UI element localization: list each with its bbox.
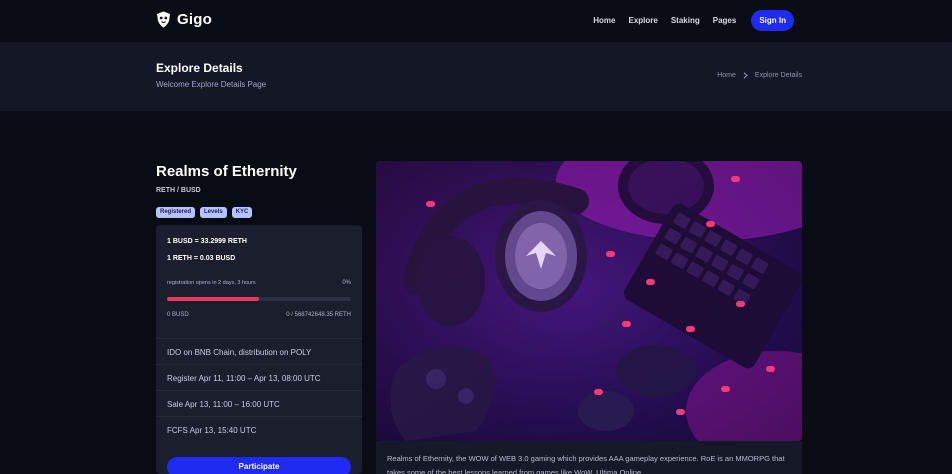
registration-note: registration opens in 2 days, 3 hours: [167, 280, 256, 286]
info-sale-text: Sale Apr 13, 11:00 – 16:00 UTC: [167, 400, 280, 409]
project-description: Realms of Ethernity, the WOW of WEB 3.0 …: [387, 454, 785, 474]
tag-registered: Registered: [156, 207, 196, 218]
brand-logo[interactable]: Gigo: [156, 11, 212, 28]
gaming-setup-illustration: [376, 161, 802, 441]
info-row-chain: IDO on BNB Chain, distribution on POLY: [156, 338, 362, 364]
project-title: Realms of Ethernity: [156, 163, 297, 180]
info-row-sale: Sale Apr 13, 11:00 – 16:00 UTC: [156, 390, 362, 416]
rate-reth-busd: 1 RETH = 0.03 BUSD: [167, 255, 236, 262]
sale-progress-fill: [167, 297, 259, 301]
sale-progress-bar: [167, 297, 351, 301]
info-register-text: Register Apr 11, 11:00 – Apr 13, 08:00 U…: [167, 374, 321, 383]
page-banner: Explore Details Welcome Explore Details …: [0, 42, 952, 111]
registration-percent: 0%: [342, 280, 351, 286]
main-nav: Home Explore Staking Pages Sign In: [593, 10, 794, 31]
participate-button[interactable]: Participate: [167, 457, 351, 474]
nav-home[interactable]: Home: [593, 10, 615, 31]
breadcrumb-home[interactable]: Home: [717, 72, 736, 79]
project-hero-image: [376, 161, 802, 441]
rate-busd-reth: 1 BUSD = 33.2999 RETH: [167, 238, 247, 245]
chevron-right-icon: [743, 72, 748, 79]
project-description-box: Realms of Ethernity, the WOW of WEB 3.0 …: [376, 441, 802, 474]
raised-reth: 0 / 568742648.35 RETH: [286, 312, 351, 318]
page-subtitle: Welcome Explore Details Page: [156, 80, 267, 89]
tag-kyc: KYC: [231, 207, 253, 218]
info-chain-text: IDO on BNB Chain, distribution on POLY: [167, 348, 312, 357]
nav-staking[interactable]: Staking: [671, 10, 700, 31]
info-row-fcfs: FCFS Apr 13, 15:40 UTC: [156, 416, 362, 442]
sale-info-card: 1 BUSD = 33.2999 RETH 1 RETH = 0.03 BUSD…: [156, 225, 362, 474]
brand-name: Gigo: [177, 11, 212, 28]
page-title: Explore Details: [156, 61, 243, 75]
sign-in-button[interactable]: Sign In: [751, 10, 794, 31]
breadcrumb: Home Explore Details: [717, 72, 802, 79]
info-row-register: Register Apr 11, 11:00 – Apr 13, 08:00 U…: [156, 364, 362, 390]
token-pair: RETH / BUSD: [156, 187, 201, 194]
tag-levels: Levels: [200, 207, 227, 218]
nav-pages[interactable]: Pages: [713, 10, 737, 31]
breadcrumb-current: Explore Details: [754, 72, 802, 79]
tag-list: Registered Levels KYC: [156, 207, 253, 218]
raised-busd: 0 BUSD: [167, 312, 189, 318]
info-fcfs-text: FCFS Apr 13, 15:40 UTC: [167, 426, 257, 435]
nav-explore[interactable]: Explore: [629, 10, 658, 31]
top-navbar: Gigo Home Explore Staking Pages Sign In: [0, 0, 952, 42]
shield-logo-icon: [157, 11, 170, 28]
